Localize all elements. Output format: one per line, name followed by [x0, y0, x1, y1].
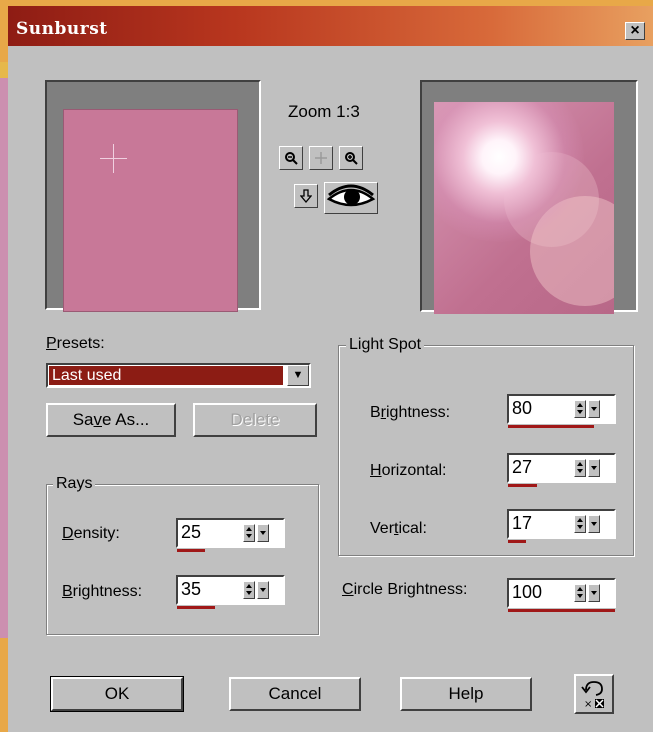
- ok-button[interactable]: OK: [50, 676, 184, 712]
- reset-button[interactable]: ×: [574, 674, 614, 714]
- spin-up-down-icon[interactable]: [243, 524, 255, 542]
- rays-group: [46, 484, 319, 635]
- close-button[interactable]: ×: [625, 22, 645, 40]
- light-spot-vertical-value: 17: [512, 513, 533, 533]
- rays-brightness-label: Brightness:: [62, 583, 143, 600]
- light-spot-vertical-label: Vertical:: [370, 520, 427, 537]
- delete-button: Delete: [193, 403, 317, 437]
- eye-icon: [326, 184, 376, 207]
- spin-up-down-icon[interactable]: [574, 400, 586, 418]
- close-icon: ×: [630, 22, 640, 39]
- zoom-out-button[interactable]: [279, 146, 303, 170]
- rays-density-value: 25: [181, 522, 202, 542]
- result-preview[interactable]: [420, 80, 638, 314]
- spin-up-down-icon[interactable]: [574, 584, 586, 602]
- light-spot-brightness-bar[interactable]: [508, 425, 594, 428]
- spin-up-down-icon[interactable]: [243, 581, 255, 599]
- dropdown-arrow-icon[interactable]: [588, 515, 600, 533]
- circle-brightness-value: 100: [512, 582, 543, 602]
- save-as-button[interactable]: Save As...: [46, 403, 176, 437]
- light-spot-crosshair-v: [113, 144, 114, 173]
- pan-button: [309, 146, 333, 170]
- navigate-button[interactable]: [294, 184, 318, 208]
- light-spot-group-title: Light Spot: [346, 336, 425, 354]
- light-spot-brightness-input[interactable]: 80: [507, 394, 616, 424]
- spin-up-down-icon[interactable]: [574, 515, 586, 533]
- cancel-button[interactable]: Cancel: [229, 677, 361, 711]
- light-spot-vertical-spinner[interactable]: 17: [507, 509, 616, 543]
- rays-density-bar[interactable]: [177, 549, 205, 552]
- zoom-label: Zoom 1:3: [288, 102, 360, 121]
- circle-brightness-bar[interactable]: [508, 609, 615, 612]
- rays-brightness-spinner[interactable]: 35: [176, 575, 285, 609]
- original-preview[interactable]: [45, 80, 261, 312]
- dropdown-arrow-icon[interactable]: [257, 581, 269, 599]
- help-button[interactable]: Help: [400, 677, 532, 711]
- light-spot-brightness-spinner[interactable]: 80: [507, 394, 616, 428]
- light-spot-brightness-value: 80: [512, 398, 533, 418]
- svg-text:×: ×: [584, 699, 592, 710]
- reset-icon: ×: [581, 681, 604, 710]
- rays-brightness-input[interactable]: 35: [176, 575, 285, 605]
- pan-icon: [315, 152, 327, 164]
- result-preview-image: [434, 102, 614, 314]
- original-preview-image[interactable]: [63, 109, 238, 312]
- light-spot-vertical-bar[interactable]: [508, 540, 526, 543]
- light-spot-horizontal-input[interactable]: 27: [507, 453, 616, 483]
- chevron-down-icon[interactable]: ▼: [287, 365, 309, 386]
- presets-dropdown[interactable]: Last used ▼: [46, 363, 311, 388]
- rays-group-title: Rays: [53, 475, 96, 493]
- spin-up-down-icon[interactable]: [574, 459, 586, 477]
- zoom-in-icon: [345, 152, 358, 165]
- light-spot-vertical-input[interactable]: 17: [507, 509, 616, 539]
- rays-density-label: Density:: [62, 525, 120, 542]
- zoom-in-button[interactable]: [339, 146, 363, 170]
- dropdown-arrow-icon[interactable]: [257, 524, 269, 542]
- dropdown-arrow-icon[interactable]: [588, 459, 600, 477]
- zoom-out-icon: [285, 152, 298, 165]
- dialog-title: Sunburst: [16, 19, 108, 39]
- light-spot-horizontal-spinner[interactable]: 27: [507, 453, 616, 487]
- light-spot-brightness-label: Brightness:: [370, 404, 451, 421]
- rays-density-spinner[interactable]: 25: [176, 518, 285, 552]
- rays-brightness-bar[interactable]: [177, 606, 215, 609]
- background-window: [0, 78, 8, 638]
- light-spot-horizontal-bar[interactable]: [508, 484, 537, 487]
- presets-label: Presets:: [46, 335, 105, 352]
- circle-brightness-spinner[interactable]: 100: [507, 578, 616, 612]
- proof-button[interactable]: [324, 182, 378, 214]
- background-edge: [0, 62, 8, 78]
- rays-brightness-value: 35: [181, 579, 202, 599]
- circle-brightness-input[interactable]: 100: [507, 578, 616, 608]
- dropdown-arrow-icon[interactable]: [588, 400, 600, 418]
- rays-density-input[interactable]: 25: [176, 518, 285, 548]
- down-arrow-icon: [299, 189, 313, 204]
- circle-brightness-label: Circle Brightness:: [342, 581, 468, 598]
- title-bar[interactable]: Sunburst ×: [8, 6, 653, 46]
- sunburst-dialog: Sunburst × Zoom 1:3 Presets: Last used ▼…: [8, 6, 653, 732]
- light-spot-horizontal-value: 27: [512, 457, 533, 477]
- light-spot-horizontal-label: Horizontal:: [370, 462, 447, 479]
- dropdown-arrow-icon[interactable]: [588, 584, 600, 602]
- presets-selected-value: Last used: [49, 366, 283, 385]
